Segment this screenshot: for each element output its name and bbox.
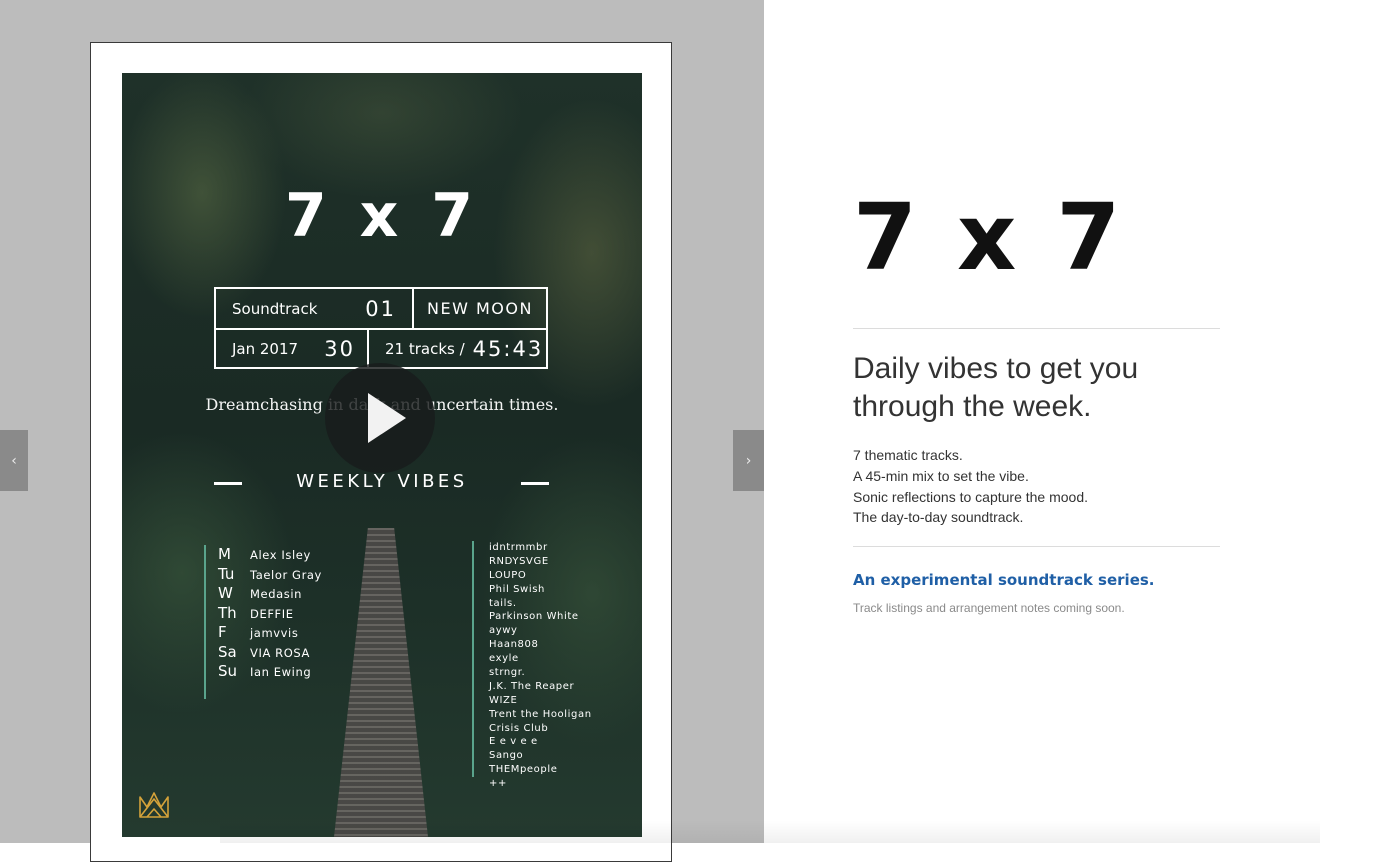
weekday-row: Fjamvvis <box>218 623 322 643</box>
tracks-label: 21 tracks / <box>385 339 465 358</box>
weekday-key: F <box>218 623 227 641</box>
artist-item: tails. <box>489 597 517 609</box>
soundtrack-cell: Soundtrack 01 <box>216 289 414 328</box>
weekly-vibes-heading: WEEKLY VIBES <box>296 471 468 492</box>
chevron-right-icon: › <box>745 452 752 469</box>
next-arrow-button[interactable]: › <box>733 430 764 491</box>
weekday-key: Tu <box>218 564 235 583</box>
project-note: Track listings and arrangement notes com… <box>853 601 1125 615</box>
weekday-artist: Ian Ewing <box>250 665 312 679</box>
series-link[interactable]: An experimental soundtrack series. <box>853 571 1155 589</box>
chevron-left-icon: ‹ <box>11 452 17 469</box>
info-grid: Soundtrack 01 NEW MOON Jan 2017 30 21 tr… <box>214 287 548 369</box>
weekday-artist: VIA ROSA <box>250 645 311 660</box>
poster-image: 7 x 7 Soundtrack 01 NEW MOON Jan 2017 30… <box>122 73 642 837</box>
previous-arrow-button[interactable]: ‹ <box>0 430 28 491</box>
feature-item: Sonic reflections to capture the mood. <box>853 488 1089 505</box>
weekday-artist: Alex Isley <box>250 548 311 562</box>
weekday-key: Th <box>218 603 237 622</box>
artist-item: Haan808 <box>489 639 539 651</box>
weekday-artist: jamvvis <box>250 626 299 640</box>
feature-list: 7 thematic tracks. A 45-min mix to set t… <box>853 445 1088 528</box>
artist-item: J.K. The Reaper <box>489 680 575 692</box>
weekday-row: W Medasin <box>218 584 322 604</box>
project-title: 7 x 7 <box>853 184 1125 291</box>
weekday-key: Sa <box>218 642 237 661</box>
artist-item: LOUPO <box>489 569 527 581</box>
artist-item: strngr. <box>489 667 526 679</box>
crown-logo-icon <box>139 792 169 818</box>
tracks-cell: 21 tracks / 45:43 <box>369 329 546 368</box>
weekday-artist: DEFFIE <box>250 606 294 621</box>
duration: 45:43 <box>472 336 544 361</box>
soundtrack-number: 01 <box>365 296 396 321</box>
artist-item: Trent the Hooligan <box>489 708 592 720</box>
weekday-list: M Alex Isley Tu Taelor Gray W Medasin Th DEFFIE… <box>204 545 322 699</box>
weekday-row: Su Ian Ewing <box>218 662 322 682</box>
artist-item: WIZE <box>489 694 518 706</box>
weekday-key: Su <box>218 662 238 680</box>
artist-item: THEMpeople <box>489 764 558 776</box>
feature-item: The day-to-day soundtrack. <box>853 509 1024 526</box>
artist-item: ++ <box>489 778 507 790</box>
poster-title: 7 x 7 <box>285 181 479 251</box>
artist-item: Sango <box>489 750 524 762</box>
project-subheading: Daily vibes to get you through the week. <box>853 352 1139 423</box>
weekday-artist: Taelor Gray <box>250 567 322 582</box>
divider-dash <box>521 482 549 485</box>
artist-item: RNDYSVGE <box>489 555 549 567</box>
weekday-key: W <box>218 584 233 602</box>
weekday-row: Th DEFFIE <box>218 604 322 624</box>
artist-item: Phil Swish <box>489 583 545 595</box>
weekday-row: M Alex Isley <box>218 545 322 565</box>
moon-phase: NEW MOON <box>427 299 533 318</box>
divider <box>853 328 1220 329</box>
weekday-artist: Medasin <box>250 587 303 601</box>
feature-item: A 45-min mix to set the vibe. <box>853 467 1029 484</box>
weekday-key: M <box>218 545 231 563</box>
soundtrack-label: Soundtrack <box>232 299 318 318</box>
weekday-row: Sa VIA ROSA <box>218 643 322 663</box>
divider <box>853 546 1220 547</box>
artist-item: E e v e e <box>489 736 538 748</box>
bridge-graphic <box>334 528 428 837</box>
date-label: Jan 2017 <box>232 339 299 358</box>
artist-item: aywy <box>489 625 518 637</box>
artist-item: idntrmmbr <box>489 542 548 553</box>
artist-item: Parkinson White <box>489 611 579 623</box>
artist-item: exyle <box>489 653 519 665</box>
feature-item: 7 thematic tracks. <box>853 447 963 463</box>
date-number: 30 <box>324 336 355 361</box>
play-button[interactable] <box>325 363 435 473</box>
weekday-row: Tu Taelor Gray <box>218 565 322 585</box>
artist-list: idntrmmbr RNDYSVGE LOUPO Phil Swish tails. Pa… <box>472 541 592 789</box>
date-cell: Jan 2017 30 <box>216 329 369 368</box>
artist-item: Crisis Club <box>489 722 549 734</box>
